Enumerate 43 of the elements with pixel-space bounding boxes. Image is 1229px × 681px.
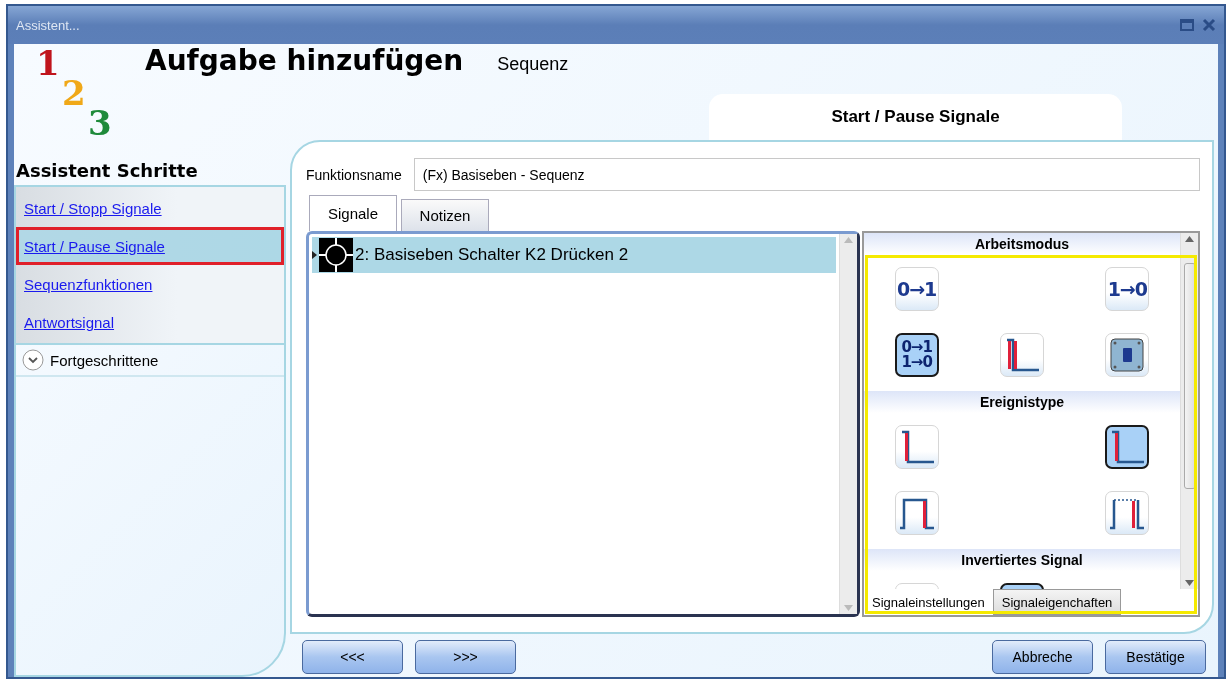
tab[interactable]: Notizen [401,199,489,231]
step-link[interactable]: Start / Pause Signale [16,227,284,265]
step-link[interactable]: Start / Stopp Signale [16,189,284,227]
signal-row[interactable]: 2: Basiseben Schalter K2 Drücken 2 [312,237,836,273]
advanced-row[interactable]: Fortgeschrittene [16,345,284,377]
logo-digit: 2 [62,76,86,110]
caret-icon [312,250,317,260]
logo-digit: 1 [36,46,60,80]
pulse-signal-icon-button[interactable] [1105,491,1150,535]
window-title: Assistent... [16,17,80,33]
confirm-button[interactable]: Bestätige [1105,640,1206,674]
scroll-up-icon[interactable] [1185,236,1194,242]
step-signal-icon-button[interactable] [1105,425,1150,469]
back-button[interactable]: <<< [302,640,403,674]
contact-symbol-icon [319,238,353,272]
tab[interactable]: Signale [309,195,397,231]
next-button[interactable]: >>> [415,640,516,674]
function-name-field[interactable]: (Fx) Basiseben - Sequenz [413,158,1200,191]
section-heading: Ereignistype [864,391,1180,413]
tile-label: 0→1 [896,279,937,299]
tile-label: 1→0 [901,355,932,370]
step-link[interactable]: Sequenzfunktionen [16,265,284,303]
section-heading: Invertiertes Signal [864,549,1180,571]
step-link[interactable]: Antwortsignal [16,303,284,341]
page-title: Aufgabe hinzufügen [145,44,464,77]
switch-icon-button[interactable] [1105,333,1150,377]
page-subtitle: Sequenz [497,54,569,75]
pulse-signal-icon-button[interactable] [894,491,939,535]
scroll-down-icon[interactable] [1185,580,1194,586]
field-label: Funktionsname [306,166,402,183]
cancel-button[interactable]: Abbreche [992,640,1093,674]
transition-icon-button[interactable]: 0→1 1→0 [894,333,939,377]
steps-title: Assistent Schritte [15,160,199,183]
tile-label: 1→0 [1107,279,1147,299]
section-heading: Arbeitsmodus [864,233,1180,255]
transition-icon-button[interactable]: 0→1 [894,267,939,311]
signal-label: 2: Basiseben Schalter K2 Drücken 2 [355,245,629,265]
double-edge-signal-icon-button[interactable] [1000,333,1044,377]
logo-digit: 3 [88,106,112,140]
advanced-label: Fortgeschrittene [50,351,159,369]
transition-icon-button[interactable]: 1→0 [1105,267,1150,311]
close-icon[interactable] [1202,18,1216,32]
tile-label: 0→1 [901,340,932,355]
